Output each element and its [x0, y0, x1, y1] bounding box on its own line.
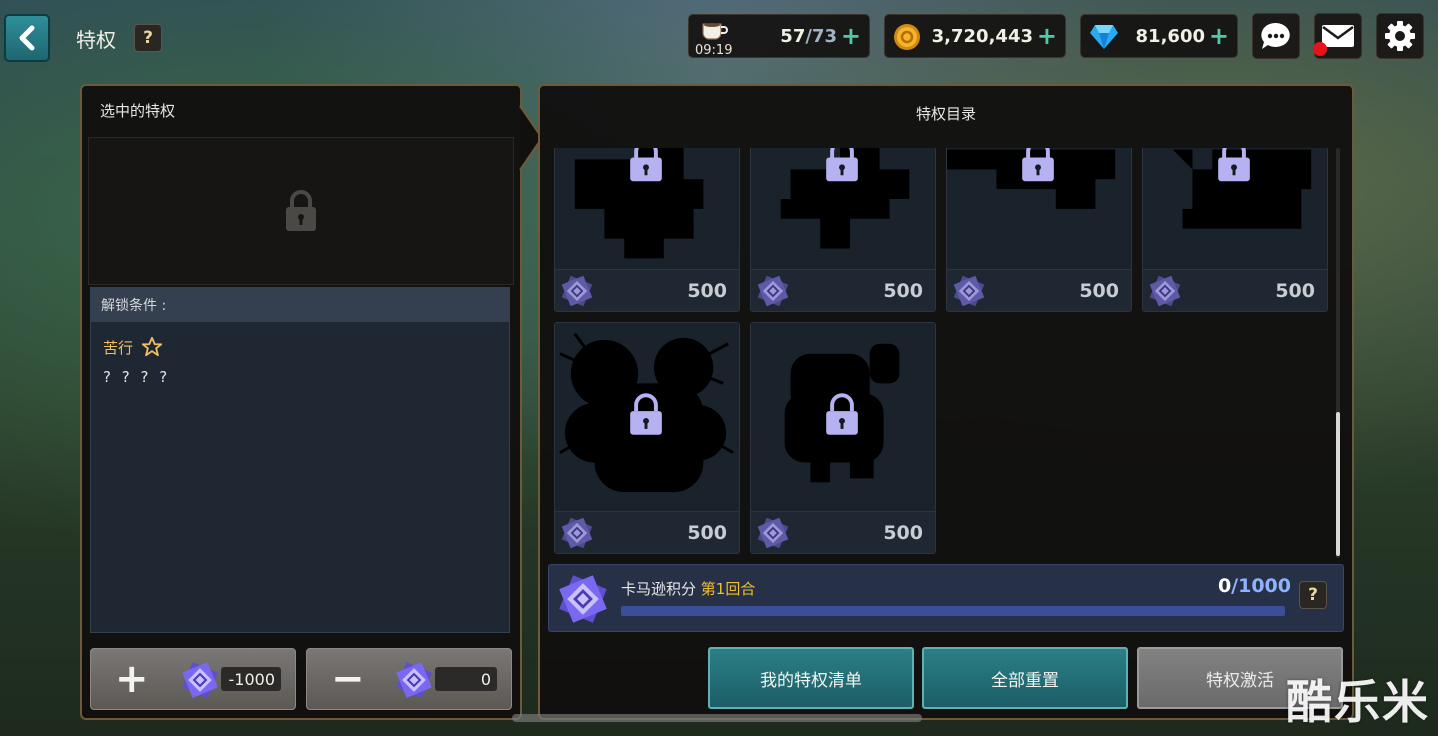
- add-stamina-icon[interactable]: +: [841, 24, 861, 48]
- score-value: 0/1000: [1217, 575, 1291, 597]
- catalog-scrollbar-thumb[interactable]: [1336, 412, 1340, 556]
- locked-silhouette-icon: [1172, 148, 1312, 229]
- add-gems-icon[interactable]: +: [1209, 24, 1229, 48]
- privilege-cost-bar: 500: [555, 269, 739, 311]
- gear-icon: [1385, 21, 1415, 51]
- kamazone-emblem-icon: [1149, 275, 1181, 307]
- privilege-card-2[interactable]: 500: [750, 148, 936, 312]
- condition-description: ? ? ? ?: [103, 368, 171, 386]
- kamazone-emblem-icon: [182, 662, 218, 698]
- locked-silhouette-icon: [784, 343, 900, 483]
- privilege-cost: 500: [687, 280, 727, 302]
- score-round: 第1回合: [700, 580, 756, 598]
- privilege-cost-bar: 500: [1143, 269, 1327, 311]
- gem-counter[interactable]: 81,600 +: [1080, 14, 1238, 58]
- remove-point-value: 0: [435, 667, 497, 691]
- privilege-card-3[interactable]: 500: [946, 148, 1132, 312]
- privilege-card-5[interactable]: 500: [554, 322, 740, 554]
- gold-value: 3,720,443: [931, 25, 1033, 47]
- title-help-button[interactable]: ?: [134, 24, 162, 52]
- home-indicator: [512, 714, 922, 722]
- mail-button[interactable]: [1313, 13, 1362, 59]
- page-title: 特权: [76, 28, 116, 52]
- watermark-logo: 酷乐米: [1286, 675, 1430, 729]
- my-privilege-list-button[interactable]: 我的特权清单: [708, 647, 914, 709]
- diamond-icon: [1090, 25, 1118, 49]
- stamina-value: 57/73: [780, 25, 837, 47]
- add-point-button[interactable]: + -1000: [90, 648, 296, 710]
- coffee-cup-icon: [702, 23, 728, 40]
- notification-dot: [1313, 42, 1327, 56]
- add-point-value: -1000: [221, 667, 281, 691]
- privilege-cost: 500: [1275, 280, 1315, 302]
- chevron-left-icon: [19, 25, 35, 51]
- privilege-cost: 500: [687, 522, 727, 544]
- kamazone-score-bar: 卡马逊积分 第1回合 0/1000 ?: [548, 564, 1344, 632]
- minus-icon: −: [331, 656, 365, 702]
- privilege-cost-bar: 500: [751, 511, 935, 553]
- locked-silhouette-icon: [947, 148, 1116, 209]
- condition-name: 苦行: [103, 338, 134, 357]
- condition-item: 苦行: [103, 336, 509, 358]
- star-outline-icon: [141, 336, 163, 357]
- gold-coin-icon: [894, 24, 920, 50]
- kamazone-emblem-icon: [757, 517, 789, 549]
- catalog-row-1: 500 500 500 500: [552, 148, 1334, 314]
- chat-bubble-icon: [1261, 22, 1290, 49]
- kamazone-emblem-icon: [757, 275, 789, 307]
- back-button[interactable]: [4, 14, 50, 62]
- privilege-card-6[interactable]: 500: [750, 322, 936, 554]
- stamina-timer: 09:19: [695, 43, 733, 58]
- plus-icon: +: [115, 656, 149, 702]
- kamazone-emblem-icon: [396, 662, 432, 698]
- privilege-catalog-title: 特权目录: [915, 105, 976, 123]
- reset-all-button[interactable]: 全部重置: [922, 647, 1128, 709]
- kamazone-emblem-icon: [953, 275, 985, 307]
- score-help-button[interactable]: ?: [1299, 581, 1327, 609]
- privilege-card-1[interactable]: 500: [554, 148, 740, 312]
- add-gold-icon[interactable]: +: [1037, 24, 1057, 48]
- kamazone-emblem-icon: [559, 575, 607, 623]
- privilege-cost-bar: 500: [947, 269, 1131, 311]
- privilege-cost: 500: [883, 522, 923, 544]
- remove-point-button[interactable]: − 0: [306, 648, 512, 710]
- chat-button[interactable]: [1252, 13, 1300, 59]
- locked-silhouette-icon: [574, 148, 704, 259]
- kamazone-emblem-icon: [561, 517, 593, 549]
- selected-privilege-preview: [88, 137, 514, 285]
- stamina-counter[interactable]: 09:19 57/73 +: [688, 14, 870, 58]
- locked-silhouette-icon: [780, 148, 910, 249]
- score-progress-bar: [621, 606, 1285, 616]
- lock-icon: [286, 190, 316, 231]
- privilege-card-4[interactable]: 500: [1142, 148, 1328, 312]
- selected-privilege-title: 选中的特权: [100, 102, 176, 120]
- kamazone-emblem-icon: [561, 275, 593, 307]
- privilege-cost-bar: 500: [751, 269, 935, 311]
- privilege-cost-bar: 500: [555, 511, 739, 553]
- gold-counter[interactable]: 3,720,443 +: [884, 14, 1066, 58]
- privilege-cost: 500: [883, 280, 923, 302]
- unlock-conditions: 解锁条件 : 苦行 ? ? ? ?: [90, 287, 510, 633]
- unlock-conditions-header: 解锁条件 :: [91, 288, 509, 322]
- gem-value: 81,600: [1135, 25, 1205, 47]
- settings-button[interactable]: [1376, 13, 1424, 59]
- score-label: 卡马逊积分 第1回合: [621, 580, 756, 598]
- locked-silhouette-icon: [559, 333, 734, 493]
- privilege-cost: 500: [1079, 280, 1119, 302]
